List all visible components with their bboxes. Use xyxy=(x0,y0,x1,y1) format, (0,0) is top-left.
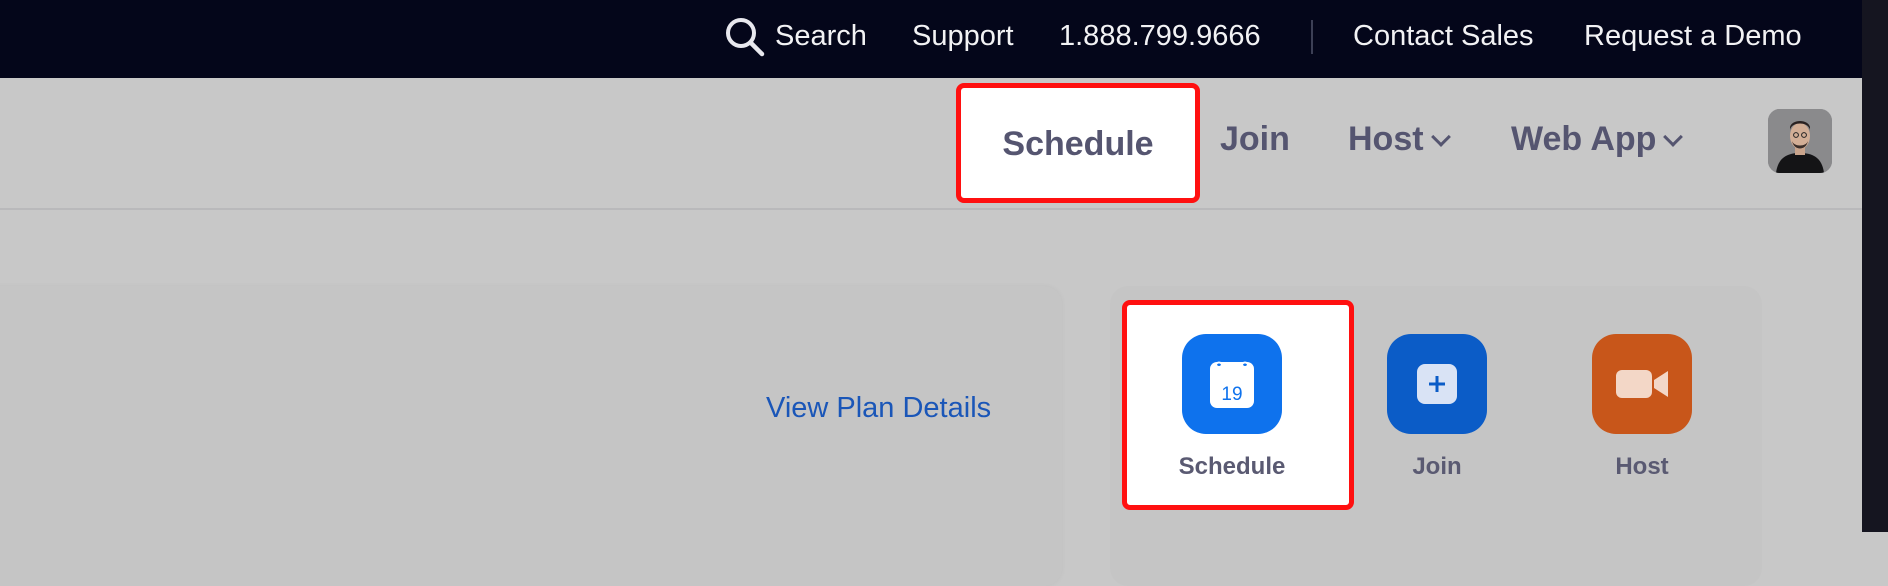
contact-sales-link[interactable]: Contact Sales xyxy=(1353,0,1534,78)
join-action-button[interactable] xyxy=(1387,334,1487,434)
nav-join-link[interactable]: Join xyxy=(1220,120,1290,159)
nav-host-label: Host xyxy=(1348,120,1424,158)
avatar-photo-icon xyxy=(1768,109,1832,173)
top-utility-bar: Search Support 1.888.799.9666 Contact Sa… xyxy=(0,0,1888,78)
schedule-action-button[interactable]: 19 xyxy=(1182,334,1282,434)
nav-web-app-menu[interactable]: Web App xyxy=(1511,120,1684,159)
video-camera-icon xyxy=(1616,370,1668,398)
schedule-action-label: Schedule xyxy=(1178,453,1286,480)
host-action-label: Host xyxy=(1615,453,1669,480)
calendar-day-number: 19 xyxy=(1221,384,1242,405)
main-nav-bar: Schedule Join Host Web App xyxy=(0,78,1862,210)
topbar-divider xyxy=(1311,20,1313,54)
request-demo-link[interactable]: Request a Demo xyxy=(1584,0,1802,78)
search-link[interactable]: Search xyxy=(775,0,867,78)
nav-schedule-highlight[interactable]: Schedule xyxy=(956,83,1200,203)
user-avatar[interactable] xyxy=(1768,109,1832,173)
plan-card xyxy=(0,286,1062,586)
search-icon[interactable] xyxy=(724,16,766,58)
support-link[interactable]: Support xyxy=(912,0,1014,78)
nav-web-app-label: Web App xyxy=(1511,120,1657,158)
chevron-down-icon xyxy=(1663,127,1684,147)
host-action-button[interactable] xyxy=(1592,334,1692,434)
join-action-label: Join xyxy=(1412,453,1462,480)
view-plan-details-link[interactable]: View Plan Details xyxy=(766,392,991,425)
calendar-icon: 19 xyxy=(1210,356,1254,408)
plus-icon xyxy=(1417,364,1457,404)
nav-host-menu[interactable]: Host xyxy=(1348,120,1451,159)
phone-number-link[interactable]: 1.888.799.9666 xyxy=(1059,0,1261,78)
chevron-down-icon xyxy=(1430,127,1451,147)
nav-schedule-link[interactable]: Schedule xyxy=(961,88,1195,198)
window-edge xyxy=(1862,0,1888,532)
